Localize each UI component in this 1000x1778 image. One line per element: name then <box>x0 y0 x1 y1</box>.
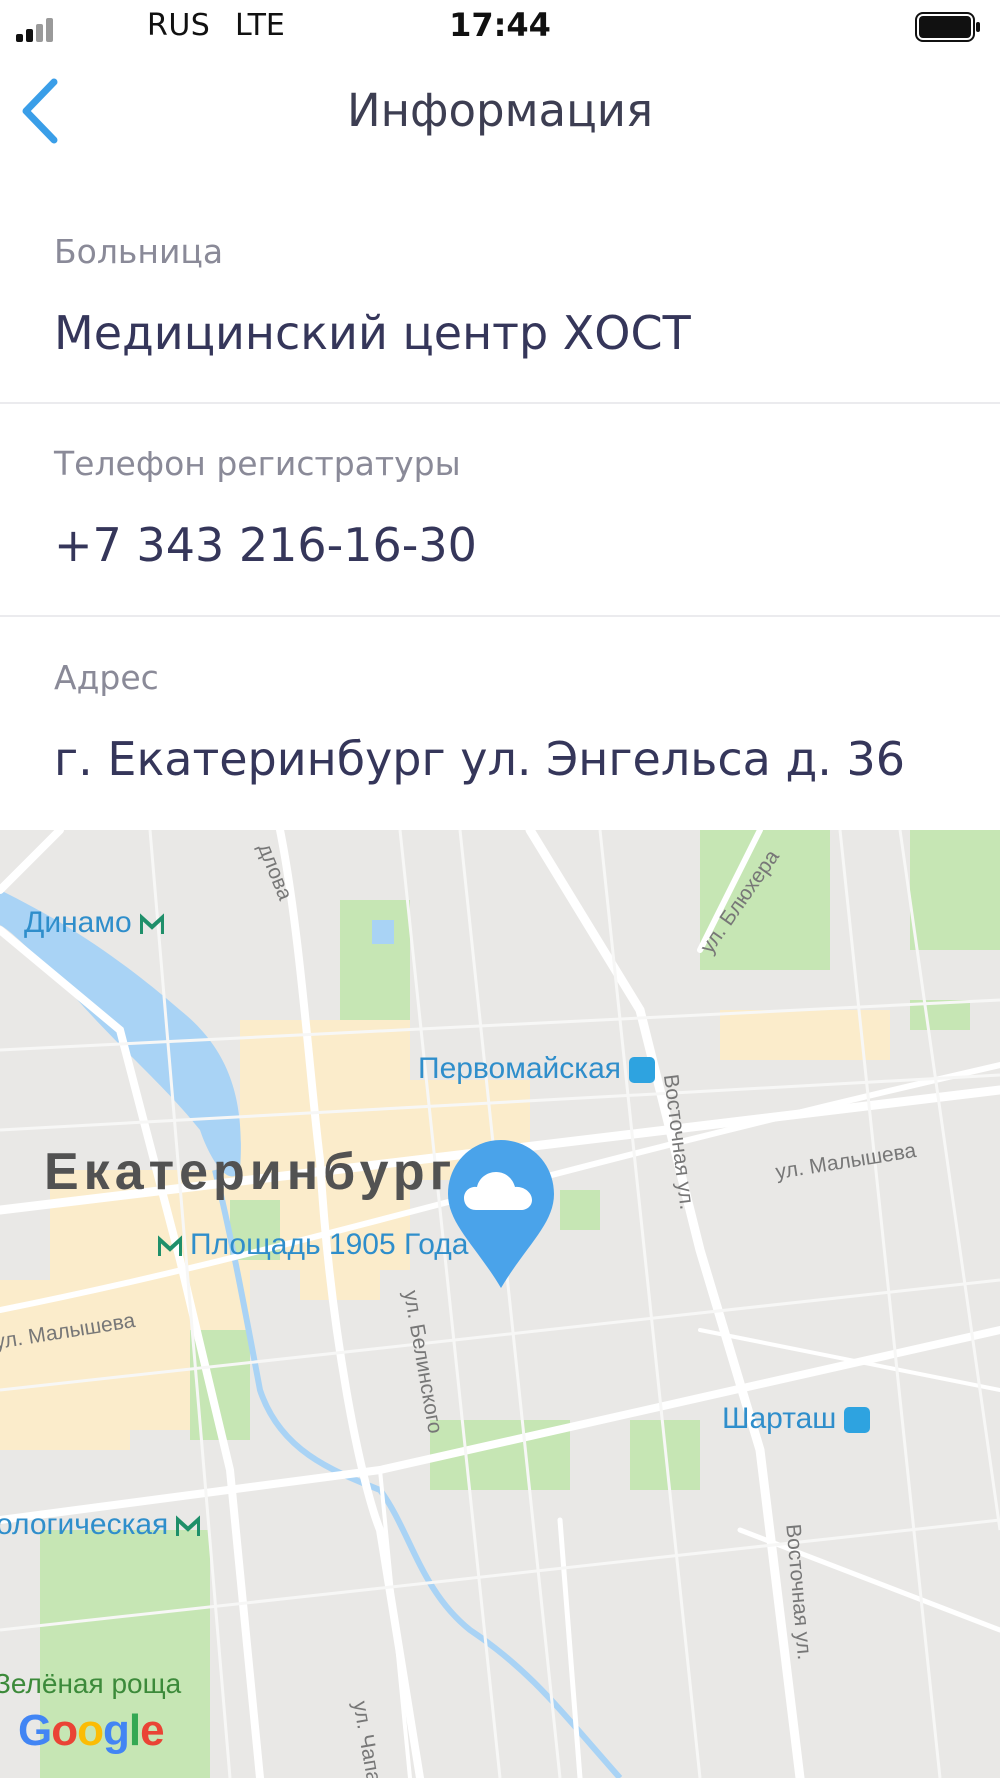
hospital-label: Больница <box>54 232 224 271</box>
google-logo: Google <box>18 1706 165 1755</box>
status-time: 17:44 <box>449 6 551 44</box>
station-name: Площадь 1905 Года <box>190 1228 469 1261</box>
rail-station-label: Шарташ <box>722 1402 871 1436</box>
station-name: Шарташ <box>722 1402 837 1435</box>
station-name: Первомайская <box>418 1052 621 1085</box>
train-icon <box>844 1407 871 1434</box>
metro-station-label: Динамо <box>24 906 172 940</box>
station-name: ологическая <box>0 1508 169 1541</box>
train-icon <box>629 1057 655 1084</box>
page-title: Информация <box>346 84 654 137</box>
district-label: Зелёная роща <box>0 1668 182 1699</box>
metro-icon <box>139 913 164 935</box>
phone-label: Телефон регистратуры <box>54 444 461 483</box>
city-label: Екатеринбург <box>44 1143 457 1201</box>
address-value[interactable]: г. Екатеринбург ул. Энгельса д. 36 <box>54 732 905 786</box>
metro-icon <box>176 1515 201 1537</box>
address-label: Адрес <box>54 658 159 697</box>
map-roads <box>0 830 1000 1778</box>
hospital-row: Больница Медицинский центр ХОСТ <box>0 220 1000 404</box>
status-bar: RUS LTE 17:44 <box>0 0 1000 56</box>
hospital-value[interactable]: Медицинский центр ХОСТ <box>54 306 691 360</box>
rail-station-label: Первомайская <box>418 1052 655 1086</box>
metro-station-label: Площадь 1905 Года <box>150 1228 468 1262</box>
metro-station-label: ологическая <box>0 1508 208 1542</box>
phone-value[interactable]: +7 343 216-16-30 <box>54 518 477 572</box>
map-view[interactable]: длова ул. Блюхера ул. Малышева ул. Малыш… <box>0 830 1000 1778</box>
divider <box>0 402 1000 404</box>
address-row: Адрес г. Екатеринбург ул. Энгельса д. 36 <box>0 646 1000 830</box>
station-name: Динамо <box>24 906 132 939</box>
nav-bar: Информация <box>0 56 1000 168</box>
metro-icon <box>158 1235 182 1257</box>
divider <box>0 615 1000 617</box>
battery-icon <box>915 12 980 42</box>
location-marker[interactable] <box>446 1138 556 1290</box>
phone-row[interactable]: Телефон регистратуры +7 343 216-16-30 <box>0 432 1000 616</box>
